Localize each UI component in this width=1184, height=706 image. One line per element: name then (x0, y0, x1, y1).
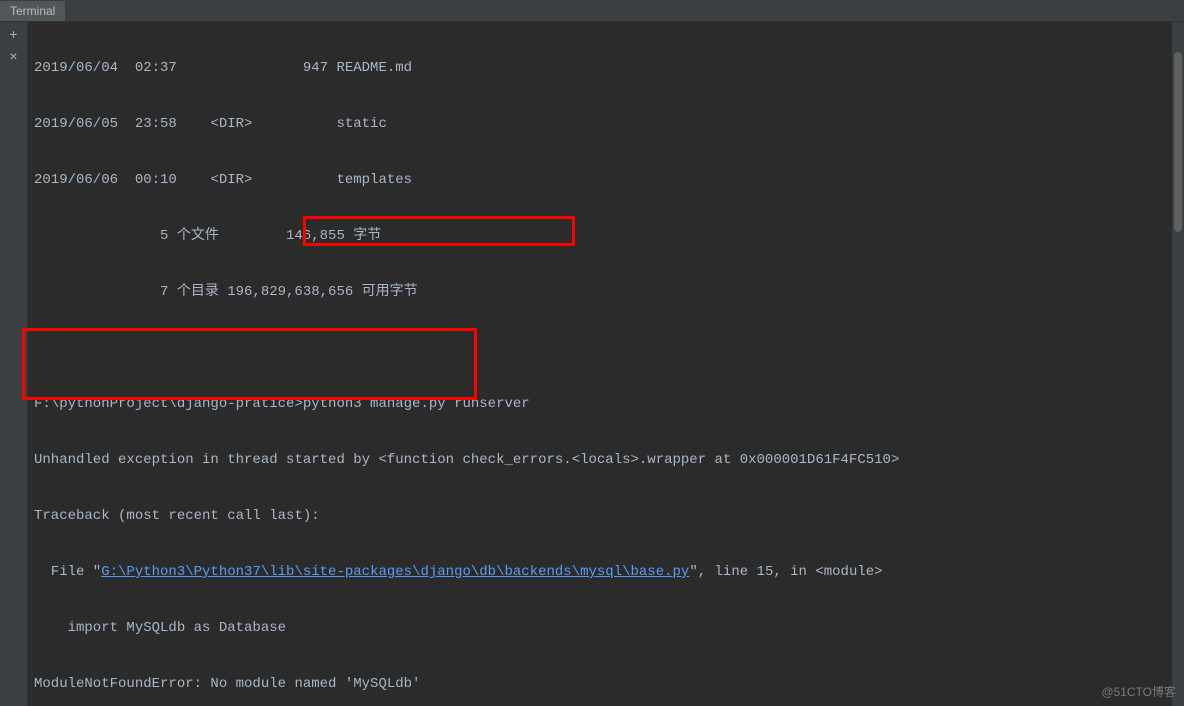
output-line: 2019/06/04 02:37 947 README.md (34, 54, 1184, 82)
output-line: 7 个目录 196,829,638,656 可用字节 (34, 278, 1184, 306)
output-line (34, 334, 1184, 362)
terminal-output[interactable]: 2019/06/04 02:37 947 README.md 2019/06/0… (28, 22, 1184, 706)
error-line: ModuleNotFoundError: No module named 'My… (34, 670, 1184, 698)
output-line: import MySQLdb as Database (34, 614, 1184, 642)
output-line: 5 个文件 146,855 字节 (34, 222, 1184, 250)
close-session-icon[interactable]: × (9, 49, 17, 63)
watermark: @51CTO博客 (1101, 683, 1176, 700)
main-area: + × 2019/06/04 02:37 947 README.md 2019/… (0, 22, 1184, 706)
new-session-icon[interactable]: + (9, 27, 17, 41)
tab-bar: Terminal (0, 0, 1184, 22)
scrollbar[interactable] (1172, 22, 1184, 706)
output-line: Traceback (most recent call last): (34, 502, 1184, 530)
terminal-tab[interactable]: Terminal (0, 1, 65, 21)
scroll-thumb[interactable] (1174, 52, 1182, 232)
output-line: 2019/06/06 00:10 <DIR> templates (34, 166, 1184, 194)
command-line: F:\pythonProject\django-pratice>python3 … (34, 390, 1184, 418)
output-line: 2019/06/05 23:58 <DIR> static (34, 110, 1184, 138)
output-line: Unhandled exception in thread started by… (34, 446, 1184, 474)
file-link[interactable]: G:\Python3\Python37\lib\site-packages\dj… (101, 564, 689, 580)
gutter: + × (0, 22, 28, 706)
output-line: File "G:\Python3\Python37\lib\site-packa… (34, 558, 1184, 586)
